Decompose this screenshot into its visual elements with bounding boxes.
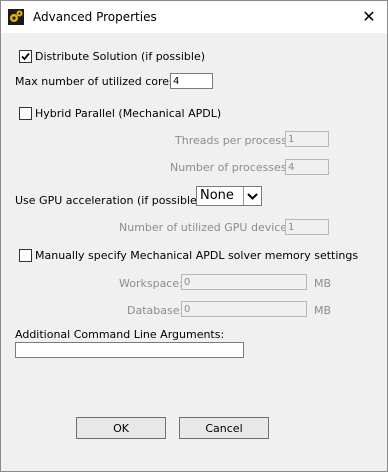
gpu-devices-input[interactable]: 1	[285, 219, 329, 235]
chevron-down-icon	[243, 187, 261, 205]
advanced-properties-dialog: Advanced Properties ✕ Distribute Solutio…	[0, 0, 388, 472]
distribute-solution-label: Distribute Solution (if possible)	[35, 50, 206, 63]
gpu-acceleration-select[interactable]: None	[196, 186, 262, 206]
database-unit: MB	[314, 304, 332, 317]
title-bar: Advanced Properties ✕	[1, 1, 387, 33]
checkmark-icon	[21, 52, 30, 61]
database-input[interactable]: 0	[181, 301, 307, 317]
number-of-processes-input[interactable]: 4	[285, 159, 329, 175]
ok-button[interactable]: OK	[76, 417, 166, 439]
max-cores-label: Max number of utilized cores:	[15, 75, 179, 88]
close-button[interactable]: ✕	[355, 3, 383, 29]
cancel-button[interactable]: Cancel	[179, 417, 269, 439]
hybrid-parallel-label: Hybrid Parallel (Mechanical APDL)	[35, 107, 222, 120]
app-gear-icon	[8, 9, 24, 25]
gpu-devices-label: Number of utilized GPU devices:	[119, 221, 297, 234]
close-icon: ✕	[362, 6, 376, 26]
gpu-acceleration-label: Use GPU acceleration (if possible)	[15, 194, 202, 207]
number-of-processes-label: Number of processes:	[170, 161, 291, 174]
additional-args-input[interactable]	[15, 342, 244, 358]
memory-settings-label: Manually specify Mechanical APDL solver …	[35, 249, 359, 262]
threads-per-process-label: Threads per process:	[175, 134, 291, 147]
memory-settings-checkbox[interactable]	[19, 249, 32, 262]
gpu-selected-value: None	[200, 188, 234, 203]
workspace-unit: MB	[314, 277, 332, 290]
additional-args-label: Additional Command Line Arguments:	[15, 328, 225, 341]
hybrid-parallel-checkbox[interactable]	[19, 107, 32, 120]
distribute-solution-checkbox[interactable]	[19, 50, 32, 63]
database-label: Database:	[127, 304, 184, 317]
workspace-input[interactable]: 0	[181, 274, 307, 290]
workspace-label: Workspace:	[119, 277, 183, 290]
window-title: Advanced Properties	[33, 10, 157, 24]
threads-per-process-input[interactable]: 1	[285, 131, 329, 147]
max-cores-input[interactable]: 4	[170, 73, 213, 89]
